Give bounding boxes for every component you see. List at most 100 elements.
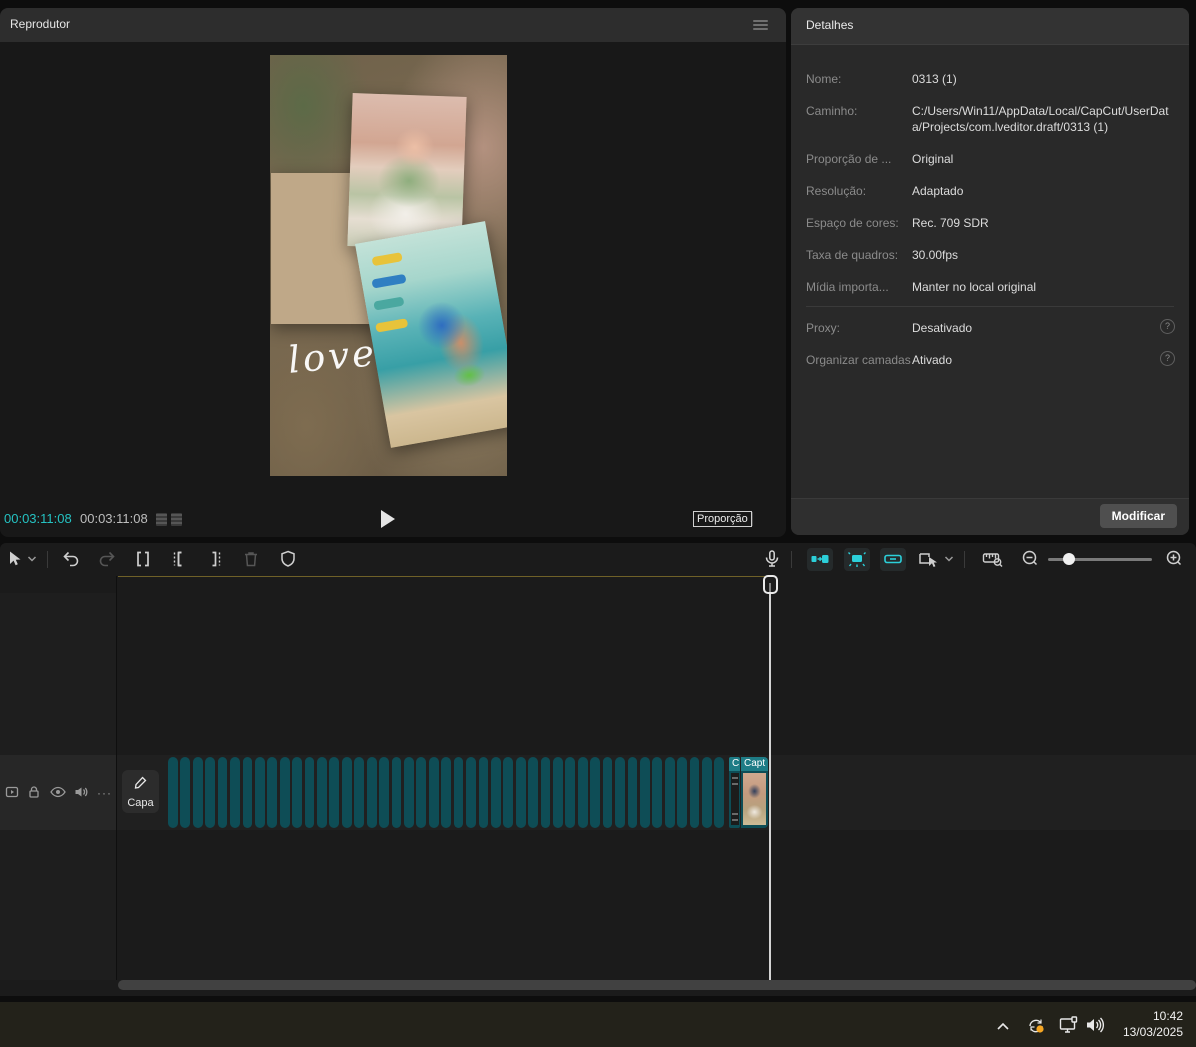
select-mode-chevron-icon[interactable] (944, 555, 954, 563)
clip-frame-bar (565, 757, 575, 828)
clip-frame-bar (528, 757, 538, 828)
record-voiceover-icon[interactable] (761, 548, 783, 570)
clip-frame-bar (454, 757, 464, 828)
playhead-handle[interactable] (763, 575, 778, 594)
clip-frame-bar (416, 757, 426, 828)
clip-frame-bar (603, 757, 613, 828)
linked-preview-icon[interactable] (844, 548, 870, 571)
details-footer: Modificar (791, 498, 1189, 535)
detail-row-layers: Organizar camadas Ativado (806, 352, 1174, 368)
delete-right-icon[interactable] (204, 548, 226, 570)
player-panel: Reprodutor love 00:03:11:08 00:03:11:08 (0, 8, 786, 537)
clip-frame-bar (205, 757, 215, 828)
caption-clip-thumbnail (731, 773, 739, 825)
detail-row-name: Nome: 0313 (1) (806, 71, 1174, 87)
clip-frame-bar (255, 757, 265, 828)
clip-frame-bar (652, 757, 662, 828)
player-menu-icon[interactable] (753, 18, 768, 30)
detail-row-aspect: Proporção de ... Original (806, 151, 1174, 167)
video-preview[interactable]: love (270, 55, 507, 476)
surfboard-sign (375, 318, 408, 332)
clip-frame-bar (367, 757, 377, 828)
proportion-button[interactable]: Proporção (693, 511, 752, 527)
detail-row-path: Caminho: C:/Users/Win11/AppData/Local/Ca… (806, 103, 1174, 135)
clip-frame-bar (317, 757, 327, 828)
clip-frame-bar (640, 757, 650, 828)
lock-track-icon[interactable] (26, 784, 42, 805)
select-tool-chevron-icon[interactable] (27, 555, 37, 563)
delete-left-icon[interactable] (168, 548, 190, 570)
capcut-window: Reprodutor love 00:03:11:08 00:03:11:08 (0, 0, 1196, 1047)
play-button[interactable] (381, 510, 395, 528)
clip-frame-bar (578, 757, 588, 828)
details-divider (806, 306, 1174, 307)
timecode-total: 00:03:11:08 (80, 511, 148, 526)
clip-frame-bar (392, 757, 402, 828)
track-column-border (116, 576, 117, 980)
detail-row-framerate: Taxa de quadros: 30.00fps (806, 247, 1174, 263)
surfboard-sign (371, 274, 406, 289)
tray-chevron-up-icon[interactable] (995, 1018, 1011, 1036)
clip-frame-bar (441, 757, 451, 828)
clip-frame-bar (541, 757, 551, 828)
clip-frame-bar (379, 757, 389, 828)
ruler-range-marker (118, 576, 770, 577)
caption-clip[interactable]: C (729, 757, 740, 828)
timeline-horizontal-scrollbar[interactable] (118, 980, 1196, 990)
mute-track-icon[interactable] (73, 784, 89, 805)
tray-display-icon[interactable] (1058, 1015, 1080, 1040)
details-header: Detalhes (791, 8, 1189, 45)
clip-frame-bar (243, 757, 253, 828)
clip-frame-bar (677, 757, 687, 828)
toggle-visibility-icon[interactable] (49, 784, 67, 805)
cover-button-label: Capa (122, 797, 159, 809)
redo-icon[interactable] (96, 548, 118, 570)
zoom-out-icon[interactable] (1020, 548, 1040, 568)
clip-frame-bar (714, 757, 724, 828)
zoom-in-icon[interactable] (1164, 548, 1184, 568)
proxy-help-icon[interactable]: ? (1160, 319, 1175, 334)
toolbar-separator (47, 551, 48, 568)
detail-row-resolution: Resolução: Adaptado (806, 183, 1174, 199)
clip-frame-bar (628, 757, 638, 828)
clip-frame-bar (292, 757, 302, 828)
surfboard-sign (372, 252, 403, 266)
magnetic-snap-icon[interactable] (807, 548, 833, 571)
details-title: Detalhes (806, 18, 853, 32)
clip-frame-bar (305, 757, 315, 828)
clip-frame-bar (503, 757, 513, 828)
cover-button[interactable]: Capa (122, 770, 159, 813)
clip-frame-bar (479, 757, 489, 828)
preview-overlay-text: love (286, 331, 378, 382)
track-more-options-icon[interactable]: ··· (97, 786, 112, 800)
toolbar-separator (964, 551, 965, 568)
timeline-scale-icon[interactable] (981, 548, 1005, 570)
taskbar-clock[interactable]: 10:42 13/03/2025 (1123, 1008, 1183, 1040)
photo-clip[interactable]: Capt (741, 757, 768, 828)
tray-volume-icon[interactable] (1084, 1015, 1106, 1040)
windows-taskbar (0, 1002, 1196, 1047)
link-clips-icon[interactable] (880, 548, 906, 571)
photo-clip-thumbnail (743, 773, 766, 825)
clip-frame-bar (230, 757, 240, 828)
click-select-mode-icon[interactable] (916, 548, 940, 570)
tray-sync-icon[interactable] (1026, 1015, 1046, 1040)
delete-icon[interactable] (240, 548, 262, 570)
undo-icon[interactable] (60, 548, 82, 570)
select-tool-icon[interactable] (4, 548, 26, 570)
layers-help-icon[interactable]: ? (1160, 351, 1175, 366)
taskbar-date: 13/03/2025 (1123, 1025, 1183, 1039)
clip-frame-bar (690, 757, 700, 828)
timeline-ruler[interactable]: 00:0001:0002:0003:0004:0005:00 (0, 576, 1196, 593)
clip-frame-bar (342, 757, 352, 828)
split-icon[interactable] (132, 548, 154, 570)
timeline-zoom-slider-handle[interactable] (1063, 553, 1075, 565)
modify-button[interactable]: Modificar (1100, 504, 1177, 528)
clip-frame-bar (516, 757, 526, 828)
clip-frame-bar (267, 757, 277, 828)
video-clip-frames[interactable] (168, 757, 729, 828)
details-panel: Detalhes Nome: 0313 (1) Caminho: C:/User… (791, 8, 1189, 535)
duration-display-icons[interactable] (156, 513, 182, 526)
playhead-line[interactable] (769, 583, 771, 980)
mask-shield-icon[interactable] (277, 548, 299, 570)
